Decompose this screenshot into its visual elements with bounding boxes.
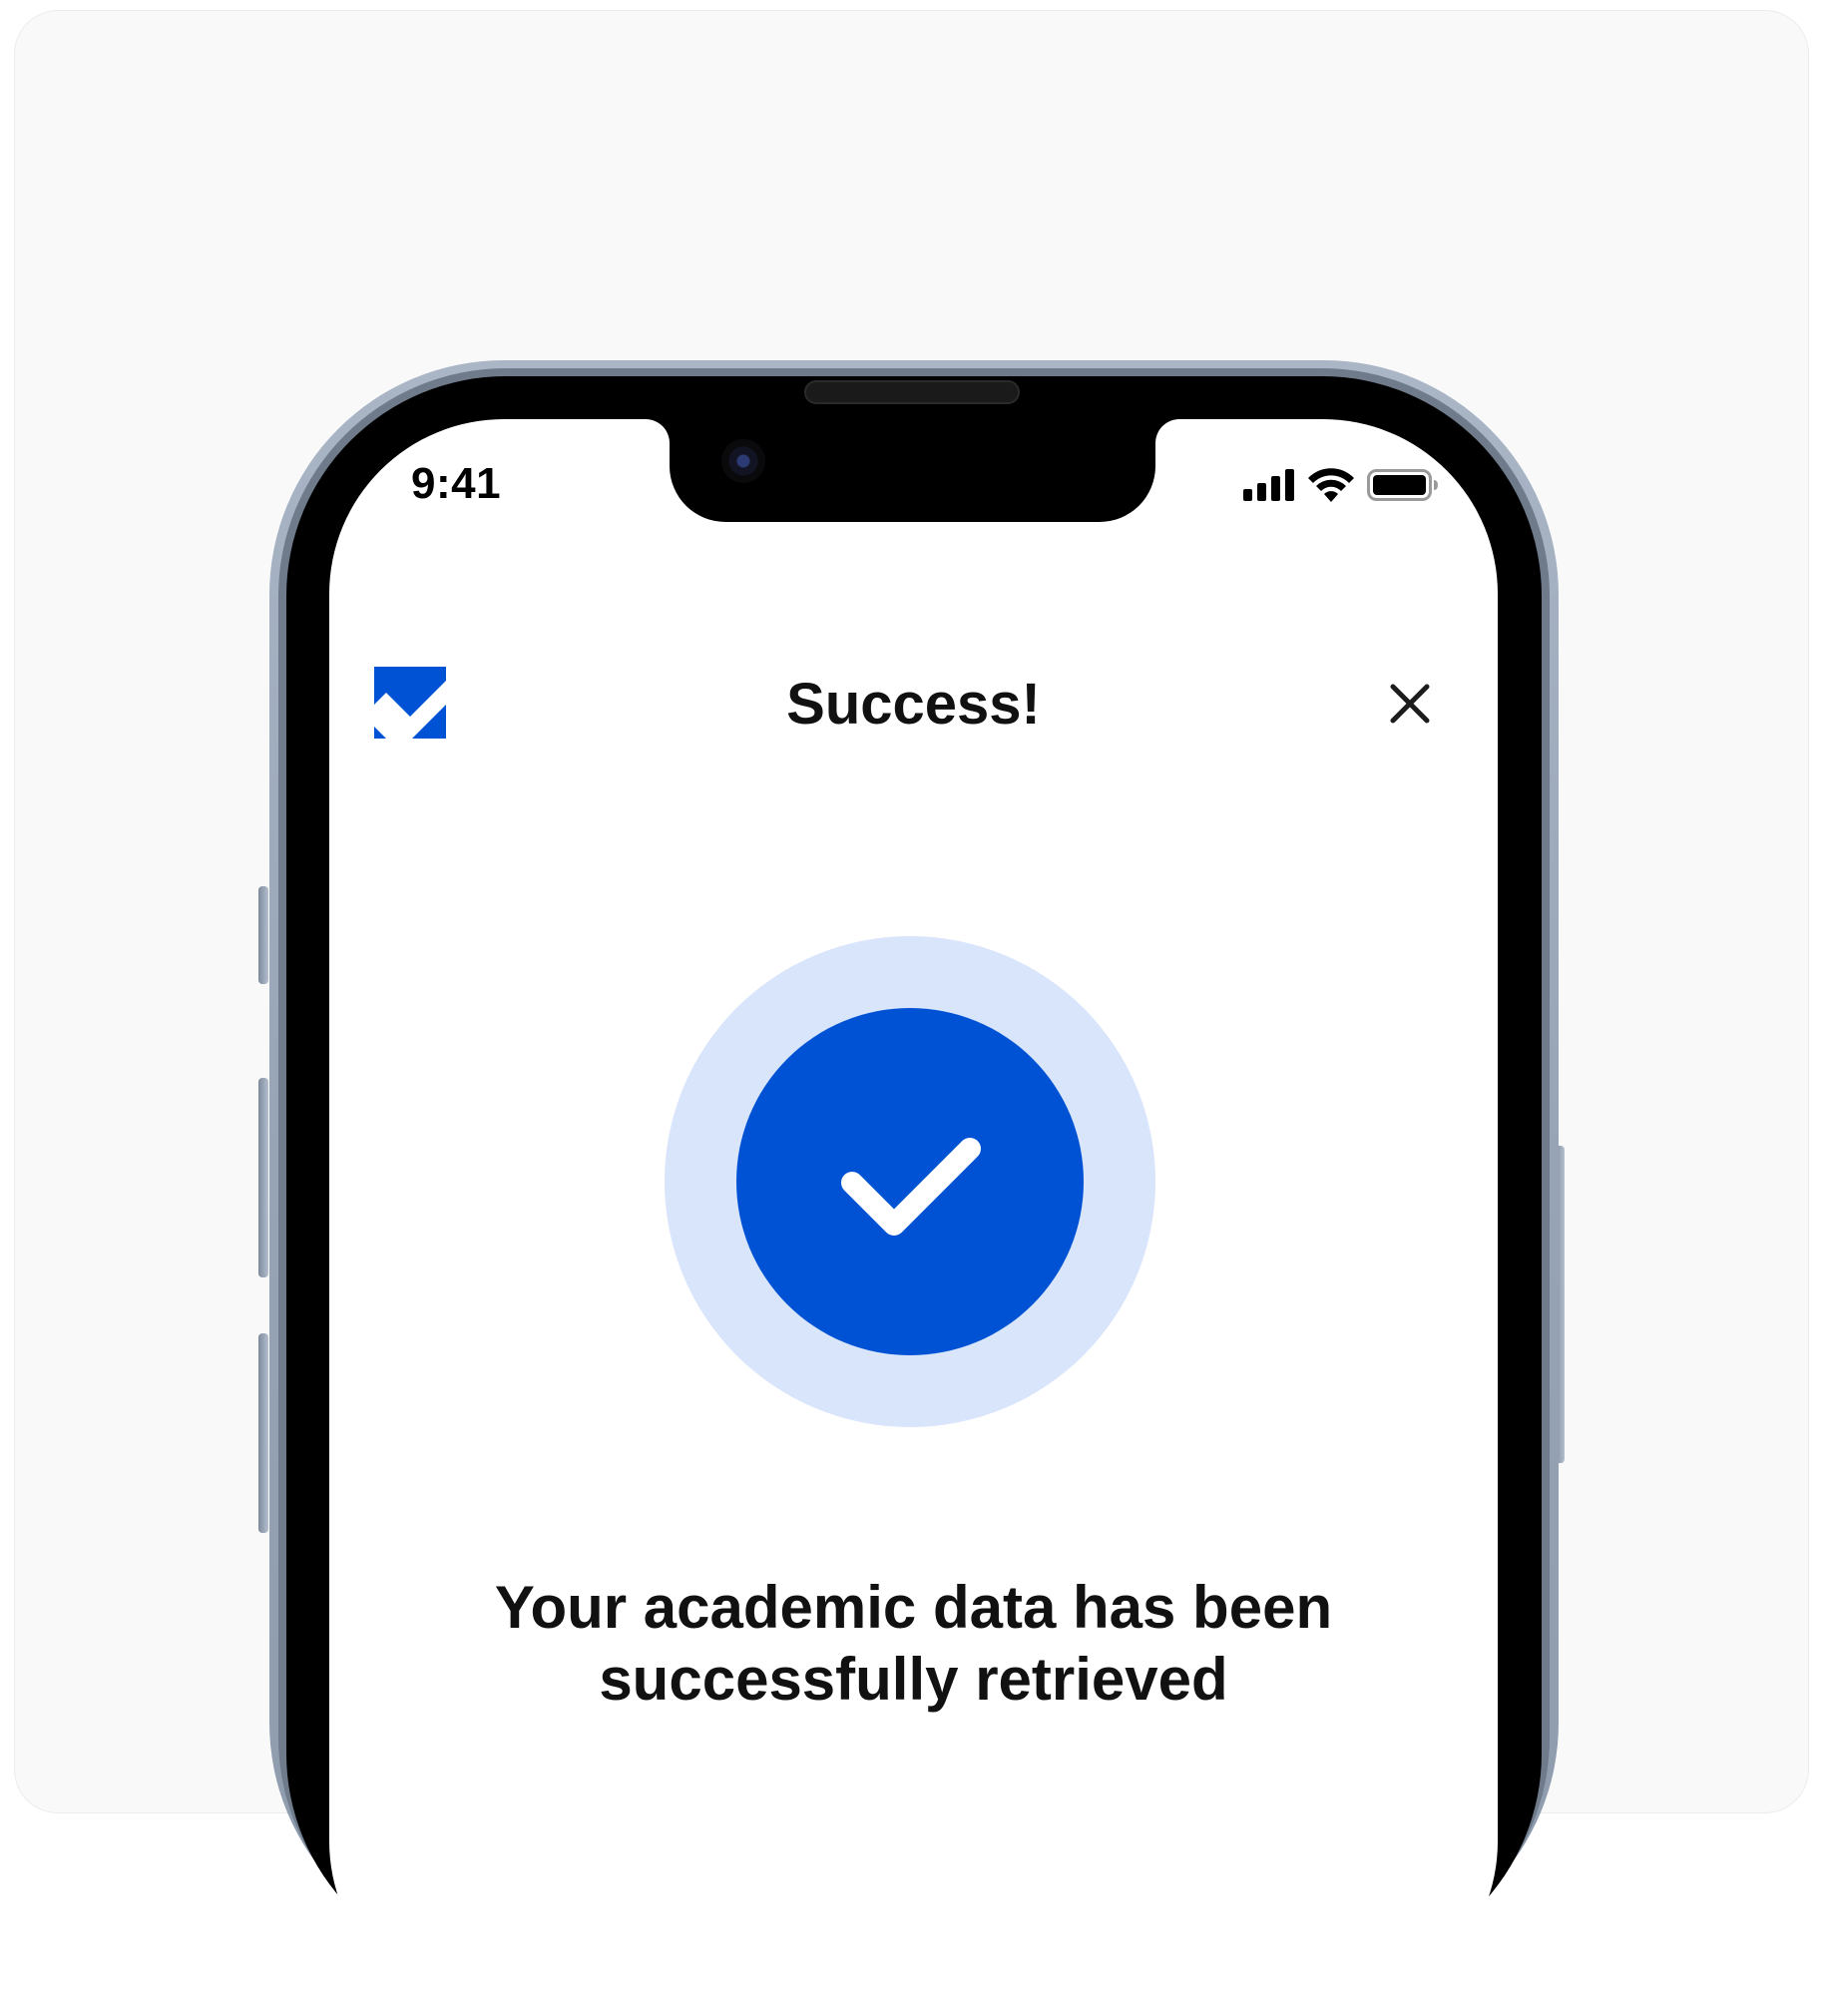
success-message: Your academic data has been successfully… — [429, 1572, 1398, 1716]
close-button[interactable] — [1385, 679, 1435, 729]
volume-down-button — [258, 1333, 268, 1533]
volume-up-button — [258, 1078, 268, 1277]
cellular-signal-icon — [1243, 469, 1294, 501]
status-time: 9:41 — [411, 459, 502, 508]
page-title: Success! — [786, 672, 1041, 737]
earpiece-speaker — [804, 380, 1020, 404]
wifi-icon — [1308, 468, 1354, 502]
status-icons — [1243, 465, 1439, 505]
success-badge — [665, 936, 1155, 1427]
success-message-line2: successfully retrieved — [599, 1646, 1228, 1713]
action-button — [258, 886, 268, 984]
close-icon — [1390, 684, 1430, 724]
battery-icon — [1367, 469, 1438, 501]
notch-corner-left — [646, 419, 670, 443]
front-camera — [721, 439, 765, 483]
success-message-line1: Your academic data has been — [494, 1574, 1333, 1641]
notch-corner-right — [1155, 419, 1179, 443]
